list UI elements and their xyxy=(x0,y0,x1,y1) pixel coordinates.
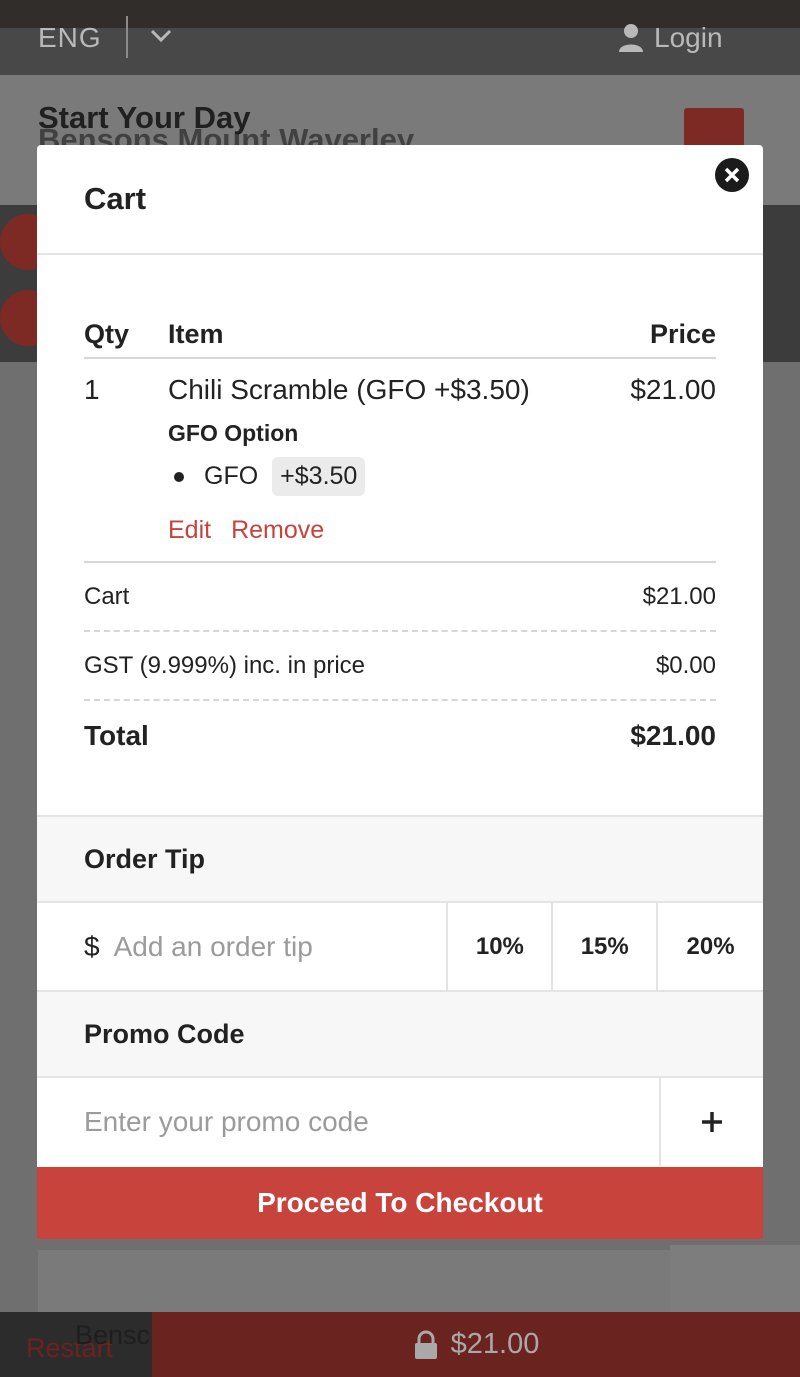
order-tip-heading: Order Tip xyxy=(37,815,763,903)
cart-total-amount: $21.00 xyxy=(450,1328,540,1360)
gst-value: $0.00 xyxy=(655,651,716,679)
item-details: Chili Scramble (GFO +$3.50) GFO Option G… xyxy=(168,374,556,561)
cart-table-header: Qty Item Price xyxy=(84,311,716,359)
cart-subtotal-label: Cart xyxy=(84,582,130,610)
modal-title: Cart xyxy=(84,181,147,216)
item-price: $21.00 xyxy=(630,374,716,405)
footer-text: Bensc xyxy=(75,1320,151,1350)
option-group-label: GFO Option xyxy=(168,420,299,446)
user-icon xyxy=(619,24,643,52)
price-header: Price xyxy=(649,318,716,349)
plus-icon xyxy=(702,1112,722,1132)
login-label: Login xyxy=(654,22,723,53)
item-qty: 1 xyxy=(84,374,100,405)
item-actions: Edit Remove xyxy=(168,516,556,561)
login-link[interactable]: Login xyxy=(618,22,723,54)
language-divider xyxy=(126,16,128,58)
total-row: Total $21.00 xyxy=(84,701,716,770)
summary-block: Cart $21.00 GST (9.999%) inc. in price $… xyxy=(84,561,716,770)
table-row: 1 Chili Scramble (GFO +$3.50) GFO Option… xyxy=(84,359,716,561)
tip-15-button[interactable]: 15% xyxy=(553,903,659,990)
qty-header: Qty xyxy=(84,318,130,349)
edit-link[interactable]: Edit xyxy=(168,516,211,545)
option-line: GFO +$3.50 xyxy=(168,457,556,496)
cart-body: Qty Item Price 1 Chili Scramble (GFO +$3… xyxy=(37,255,763,815)
remove-link[interactable]: Remove xyxy=(231,516,324,545)
option-name: GFO xyxy=(204,462,259,490)
total-label: Total xyxy=(84,719,149,751)
option-price-badge: +$3.50 xyxy=(272,457,366,496)
tip-10-button[interactable]: 10% xyxy=(448,903,554,990)
bullet-icon xyxy=(174,471,184,482)
cart-modal: Cart Qty Item Price 1 Chili Scramble (GF… xyxy=(37,145,763,1239)
tip-row: $ Add an order tip 10% 15% 20% xyxy=(37,903,763,990)
promo-row: Enter your promo code xyxy=(37,1078,763,1166)
cart-total-button[interactable]: $21.00 xyxy=(152,1312,800,1377)
item-name: Chili Scramble (GFO +$3.50) xyxy=(168,374,530,405)
tip-input[interactable]: $ Add an order tip xyxy=(37,903,449,990)
lock-icon xyxy=(414,1330,437,1359)
language-selector[interactable]: ENG xyxy=(38,22,102,54)
cart-subtotal-row: Cart $21.00 xyxy=(84,563,716,632)
currency-symbol: $ xyxy=(84,930,100,962)
gst-label: GST (9.999%) inc. in price xyxy=(84,651,366,679)
chevron-down-icon[interactable] xyxy=(150,28,172,44)
tip-placeholder: Add an order tip xyxy=(113,930,313,962)
close-icon xyxy=(724,167,740,183)
promo-code-heading: Promo Code xyxy=(37,990,763,1078)
cart-subtotal-value: $21.00 xyxy=(642,582,716,610)
gst-row: GST (9.999%) inc. in price $0.00 xyxy=(84,632,716,701)
close-button[interactable] xyxy=(715,158,749,192)
add-promo-button[interactable] xyxy=(661,1078,763,1166)
promo-code-input[interactable]: Enter your promo code xyxy=(37,1078,661,1166)
proceed-to-checkout-button[interactable]: Proceed To Checkout xyxy=(37,1167,763,1239)
modal-header: Cart xyxy=(37,145,763,255)
item-header: Item xyxy=(168,318,224,349)
tip-20-button[interactable]: 20% xyxy=(658,903,763,990)
total-value: $21.00 xyxy=(630,719,716,751)
